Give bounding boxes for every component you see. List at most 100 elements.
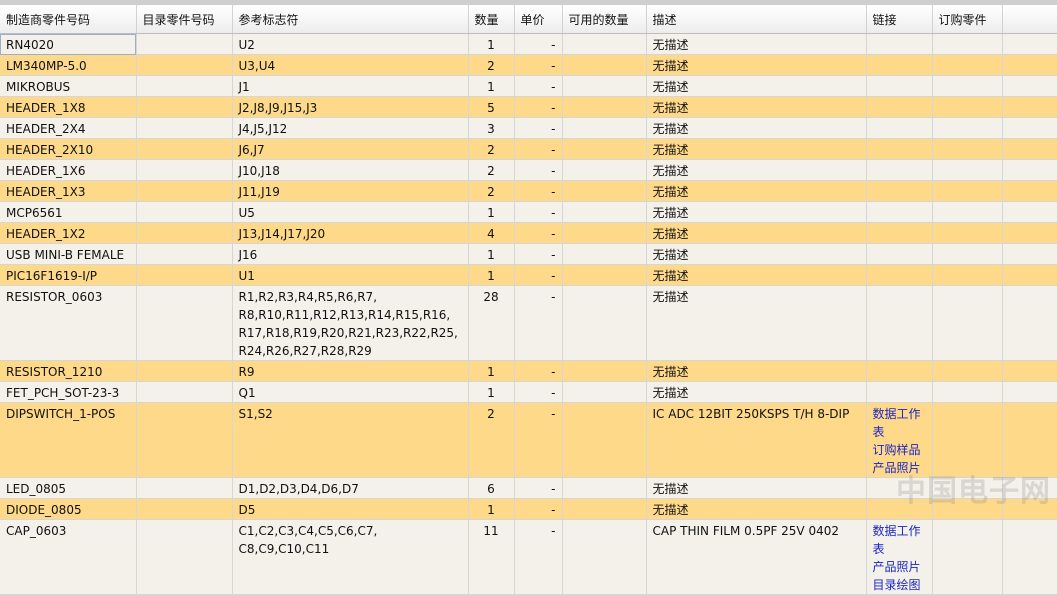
cell-reference[interactable]: C1,C2,C3,C4,C5,C6,C7, C8,C9,C10,C11 <box>232 519 469 595</box>
col-header-description[interactable]: 描述 <box>646 5 867 34</box>
cell-catalog-part[interactable] <box>136 285 233 361</box>
cell-catalog-part[interactable] <box>136 54 233 76</box>
cell-catalog-part[interactable] <box>136 477 233 499</box>
cell-order[interactable] <box>932 159 1003 181</box>
cell-unit-price[interactable]: - <box>514 96 563 118</box>
table-row[interactable]: CAP_0603 C1,C2,C3,C4,C5,C6,C7, C8,C9,C10,… <box>0 519 1057 595</box>
cell-mfg-part[interactable]: LM340MP-5.0 <box>0 54 137 76</box>
cell-reference[interactable]: J11,J19 <box>232 180 469 202</box>
cell-unit-price[interactable]: - <box>514 138 563 160</box>
cell-reference[interactable]: D1,D2,D3,D4,D6,D7 <box>232 477 469 499</box>
cell-available[interactable] <box>562 117 647 139</box>
cell-catalog-part[interactable] <box>136 138 233 160</box>
cell-order[interactable] <box>932 222 1003 244</box>
cell-description[interactable]: 无描述 <box>646 180 867 202</box>
cell-unit-price[interactable]: - <box>514 222 563 244</box>
cell-order[interactable] <box>932 180 1003 202</box>
cell-available[interactable] <box>562 222 647 244</box>
cell-quantity[interactable]: 6 <box>468 477 515 499</box>
table-row[interactable]: MCP6561 U5 1- 无描述 <box>0 201 1057 223</box>
cell-reference[interactable]: Q1 <box>232 381 469 403</box>
cell-unit-price[interactable]: - <box>514 264 563 286</box>
cell-reference[interactable]: D5 <box>232 498 469 520</box>
cell-description[interactable]: 无描述 <box>646 75 867 97</box>
cell-catalog-part[interactable] <box>136 117 233 139</box>
col-header-order[interactable]: 订购零件 <box>932 5 1003 34</box>
cell-catalog-part[interactable] <box>136 75 233 97</box>
cell-description[interactable]: 无描述 <box>646 498 867 520</box>
cell-mfg-part[interactable]: RESISTOR_1210 <box>0 360 137 382</box>
cell-description[interactable]: 无描述 <box>646 117 867 139</box>
col-header-quantity[interactable]: 数量 <box>468 5 515 34</box>
col-header-links[interactable]: 链接 <box>866 5 933 34</box>
cell-quantity[interactable]: 1 <box>468 381 515 403</box>
cell-mfg-part[interactable]: LED_0805 <box>0 477 137 499</box>
col-header-mfg-part[interactable]: 制造商零件号码 <box>0 5 137 34</box>
cell-unit-price[interactable]: - <box>514 201 563 223</box>
cell-unit-price[interactable]: - <box>514 285 563 361</box>
cell-order[interactable] <box>932 201 1003 223</box>
cell-order[interactable] <box>932 360 1003 382</box>
cell-mfg-part[interactable]: HEADER_2X10 <box>0 138 137 160</box>
cell-reference[interactable]: U5 <box>232 201 469 223</box>
cell-available[interactable] <box>562 519 647 595</box>
table-row[interactable]: HEADER_2X4 J4,J5,J12 3- 无描述 <box>0 117 1057 139</box>
cell-available[interactable] <box>562 180 647 202</box>
cell-unit-price[interactable]: - <box>514 477 563 499</box>
cell-description[interactable]: 无描述 <box>646 381 867 403</box>
cell-quantity[interactable]: 28 <box>468 285 515 361</box>
table-row[interactable]: HEADER_1X6 J10,J18 2- 无描述 <box>0 159 1057 181</box>
table-row[interactable]: HEADER_1X8 J2,J8,J9,J15,J3 5- 无描述 <box>0 96 1057 118</box>
cell-catalog-part[interactable] <box>136 498 233 520</box>
cell-reference[interactable]: J6,J7 <box>232 138 469 160</box>
cell-available[interactable] <box>562 264 647 286</box>
cell-quantity[interactable]: 3 <box>468 117 515 139</box>
cell-available[interactable] <box>562 360 647 382</box>
col-header-catalog-part[interactable]: 目录零件号码 <box>136 5 233 34</box>
cell-description[interactable]: 无描述 <box>646 477 867 499</box>
cell-reference[interactable]: R9 <box>232 360 469 382</box>
cell-reference[interactable]: S1,S2 <box>232 402 469 478</box>
cell-reference[interactable]: R1,R2,R3,R4,R5,R6,R7, R8,R10,R11,R12,R13… <box>232 285 469 361</box>
cell-mfg-part[interactable]: HEADER_1X6 <box>0 159 137 181</box>
cell-reference[interactable]: J2,J8,J9,J15,J3 <box>232 96 469 118</box>
cell-reference[interactable]: J16 <box>232 243 469 265</box>
cell-mfg-part[interactable]: HEADER_1X2 <box>0 222 137 244</box>
table-row[interactable]: FET_PCH_SOT-23-3 Q1 1- 无描述 <box>0 381 1057 403</box>
link-item[interactable]: 产品照片 <box>873 558 932 576</box>
cell-unit-price[interactable]: - <box>514 519 563 595</box>
cell-catalog-part[interactable] <box>136 33 233 55</box>
cell-unit-price[interactable]: - <box>514 117 563 139</box>
cell-unit-price[interactable]: - <box>514 498 563 520</box>
cell-available[interactable] <box>562 201 647 223</box>
cell-mfg-part[interactable]: CAP_0603 <box>0 519 137 595</box>
cell-available[interactable] <box>562 381 647 403</box>
table-row[interactable]: RESISTOR_1210 R9 1- 无描述 <box>0 360 1057 382</box>
cell-available[interactable] <box>562 138 647 160</box>
cell-quantity[interactable]: 1 <box>468 33 515 55</box>
cell-description[interactable]: CAP THIN FILM 0.5PF 25V 0402 <box>646 519 867 595</box>
cell-order[interactable] <box>932 138 1003 160</box>
cell-unit-price[interactable]: - <box>514 402 563 478</box>
cell-catalog-part[interactable] <box>136 381 233 403</box>
cell-mfg-part[interactable]: HEADER_1X8 <box>0 96 137 118</box>
cell-quantity[interactable]: 2 <box>468 54 515 76</box>
table-row[interactable]: HEADER_1X3 J11,J19 2- 无描述 <box>0 180 1057 202</box>
table-row[interactable]: RESISTOR_0603 R1,R2,R3,R4,R5,R6,R7, R8,R1… <box>0 285 1057 361</box>
cell-mfg-part[interactable]: RESISTOR_0603 <box>0 285 137 361</box>
table-row[interactable]: RN4020 U2 1- 无描述 <box>0 33 1057 55</box>
cell-order[interactable] <box>932 75 1003 97</box>
cell-description[interactable]: 无描述 <box>646 159 867 181</box>
link-item[interactable]: 数据工作表 <box>873 405 932 441</box>
cell-quantity[interactable]: 1 <box>468 498 515 520</box>
cell-mfg-part[interactable]: RN4020 <box>0 33 137 55</box>
cell-order[interactable] <box>932 381 1003 403</box>
cell-available[interactable] <box>562 33 647 55</box>
cell-catalog-part[interactable] <box>136 222 233 244</box>
cell-quantity[interactable]: 2 <box>468 138 515 160</box>
cell-available[interactable] <box>562 285 647 361</box>
table-row[interactable]: MIKROBUS J1 1- 无描述 <box>0 75 1057 97</box>
link-item[interactable]: 订购样品 <box>873 441 932 459</box>
cell-available[interactable] <box>562 75 647 97</box>
cell-description[interactable]: 无描述 <box>646 54 867 76</box>
